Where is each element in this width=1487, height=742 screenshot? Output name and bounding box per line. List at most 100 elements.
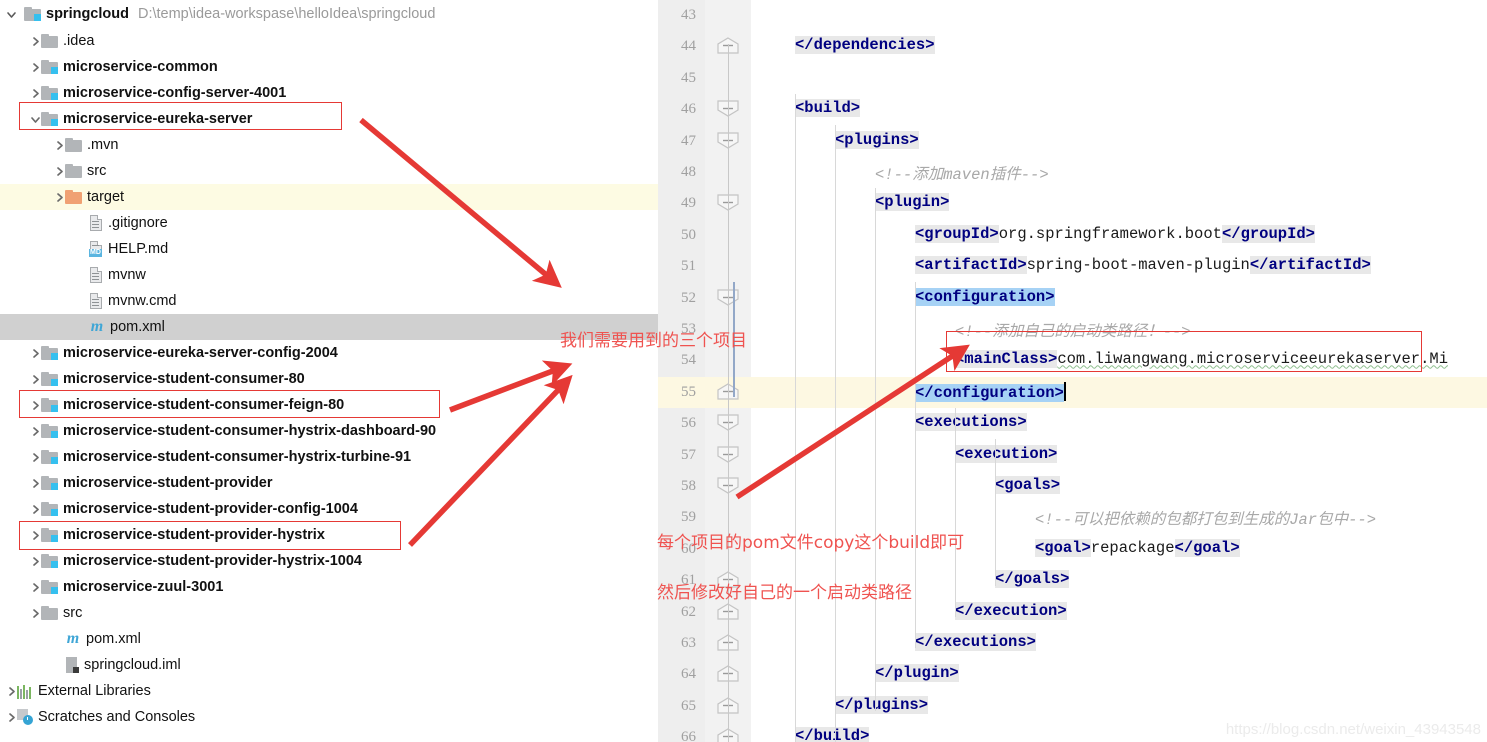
annotation-box-eureka-server <box>19 102 342 130</box>
chevron-right-icon[interactable] <box>30 582 41 593</box>
chevron-right-icon[interactable] <box>30 504 41 515</box>
line-number: 45 <box>681 69 696 86</box>
tree-item-label: HELP.md <box>108 241 169 257</box>
folder-module-icon <box>41 418 58 444</box>
chevron-right-icon[interactable] <box>30 374 41 385</box>
annotation-note-copy-build: 每个项目的pom文件copy这个build即可 <box>657 533 965 553</box>
tree-row[interactable]: microservice-common <box>0 54 658 80</box>
tree-row[interactable]: microservice-student-provider-hystrix-10… <box>0 548 658 574</box>
line-number: 56 <box>681 415 696 432</box>
editor-line[interactable]: 64 </plugin> <box>658 659 1487 690</box>
code-text: </goals> <box>995 570 1070 589</box>
folder-module-icon <box>41 574 58 600</box>
chevron-right-icon[interactable] <box>30 62 41 73</box>
indent-guide <box>795 94 796 742</box>
tree-item-label: src <box>87 163 107 179</box>
tree-row[interactable]: microservice-student-provider-config-100… <box>0 496 658 522</box>
chevron-right-icon[interactable] <box>30 348 41 359</box>
tree-row[interactable]: mvnw <box>0 262 658 288</box>
line-number: 55 <box>681 383 696 400</box>
line-number: 52 <box>681 289 696 306</box>
editor-line[interactable]: 45 <box>658 63 1487 94</box>
chevron-right-icon[interactable] <box>54 166 65 177</box>
chevron-right-icon[interactable] <box>30 478 41 489</box>
tree-row[interactable]: src <box>0 158 658 184</box>
text-file-icon <box>89 262 103 288</box>
chevron-right-icon[interactable] <box>30 36 41 47</box>
tree-row[interactable]: microservice-student-consumer-hystrix-da… <box>0 418 658 444</box>
editor-line[interactable]: 48 <!--添加maven插件--> <box>658 157 1487 188</box>
tree-row[interactable]: microservice-student-provider <box>0 470 658 496</box>
tree-row[interactable]: .gitignore <box>0 210 658 236</box>
chevron-right-icon[interactable] <box>6 686 17 697</box>
line-number: 64 <box>681 666 696 683</box>
line-number: 43 <box>681 7 696 23</box>
editor-line[interactable]: 43 <box>658 0 1487 31</box>
tree-row[interactable]: springcloud.iml <box>0 652 658 678</box>
chevron-right-icon[interactable] <box>54 140 65 151</box>
tree-item-label: Scratches and Consoles <box>38 709 196 725</box>
tree-row-root[interactable]: springcloud D:\temp\idea-workspase\hello… <box>0 0 658 28</box>
code-text: </build> <box>795 727 870 742</box>
scratches-icon <box>17 704 33 730</box>
tree-item-label: External Libraries <box>38 683 151 699</box>
tree-row[interactable]: target <box>0 184 658 210</box>
chevron-right-icon[interactable] <box>6 712 17 723</box>
tree-row[interactable]: .idea <box>0 28 658 54</box>
chevron-down-icon[interactable] <box>6 9 17 20</box>
editor-line[interactable]: 56 <executions> <box>658 408 1487 439</box>
tree-item-label: microservice-student-provider <box>63 475 273 491</box>
editor-line[interactable]: 63 </executions> <box>658 628 1487 659</box>
tree-row[interactable]: mvnw.cmd <box>0 288 658 314</box>
tree-item-label: microservice-student-consumer-hystrix-da… <box>63 423 437 439</box>
tree-row[interactable]: Scratches and Consoles <box>0 704 658 730</box>
code-text: <!--可以把依赖的包都打包到生成的Jar包中--> <box>1035 511 1377 530</box>
markdown-file-icon: MD <box>89 236 103 262</box>
code-text: <!--添加maven插件--> <box>875 166 1049 184</box>
tree-item-label: pom.xml <box>86 631 141 647</box>
editor-line[interactable]: 49 <plugin> <box>658 188 1487 219</box>
tree-row[interactable]: microservice-zuul-3001 <box>0 574 658 600</box>
maven-file-icon: m <box>90 318 104 335</box>
folder-module-icon <box>41 54 58 80</box>
annotation-box-mainclass <box>946 331 1422 372</box>
editor-line[interactable]: 46 <build> <box>658 94 1487 125</box>
tree-row[interactable]: m pom.xml <box>0 626 658 652</box>
tree-row[interactable]: .mvn <box>0 132 658 158</box>
tree-row[interactable]: microservice-student-consumer-hystrix-tu… <box>0 444 658 470</box>
editor-line[interactable]: 55 </configuration> <box>658 377 1487 408</box>
folder-icon <box>41 28 58 54</box>
code-text: </executions> <box>915 633 1036 651</box>
tree-item-label: microservice-zuul-3001 <box>63 579 224 595</box>
editor-line[interactable]: 51 <artifactId>spring-boot-maven-plugin</… <box>658 251 1487 282</box>
line-number: 59 <box>681 509 696 526</box>
text-file-icon <box>89 210 103 236</box>
code-text: <plugin> <box>875 193 950 212</box>
chevron-right-icon[interactable] <box>30 426 41 437</box>
folder-icon <box>65 132 82 158</box>
chevron-right-icon[interactable] <box>30 452 41 463</box>
folder-module-icon <box>24 0 41 28</box>
maven-file-icon: m <box>66 630 80 647</box>
tree-item-label: pom.xml <box>110 319 165 335</box>
code-text: </plugins> <box>835 695 929 714</box>
tree-row[interactable]: MD HELP.md <box>0 236 658 262</box>
editor-line[interactable]: 50 <groupId>org.springframework.boot</gro… <box>658 220 1487 251</box>
indent-guide <box>875 188 876 711</box>
tree-row[interactable]: microservice-student-consumer-80 <box>0 366 658 392</box>
editor-line[interactable]: 57 <execution> <box>658 440 1487 471</box>
editor-line[interactable]: 44 </dependencies> <box>658 31 1487 62</box>
chevron-right-icon[interactable] <box>30 556 41 567</box>
line-number: 49 <box>681 195 696 212</box>
editor-line[interactable]: 65 </plugins> <box>658 691 1487 722</box>
chevron-right-icon[interactable] <box>54 192 65 203</box>
tree-row[interactable]: src <box>0 600 658 626</box>
tree-row[interactable]: External Libraries <box>0 678 658 704</box>
code-text: </plugin> <box>875 664 959 683</box>
chevron-right-icon[interactable] <box>30 608 41 619</box>
tree-item-label: mvnw <box>108 267 146 283</box>
chevron-right-icon[interactable] <box>30 88 41 99</box>
editor-line[interactable]: 58 <goals> <box>658 471 1487 502</box>
editor-line[interactable]: 47 <plugins> <box>658 126 1487 157</box>
editor-line[interactable]: 52 <configuration> <box>658 283 1487 314</box>
